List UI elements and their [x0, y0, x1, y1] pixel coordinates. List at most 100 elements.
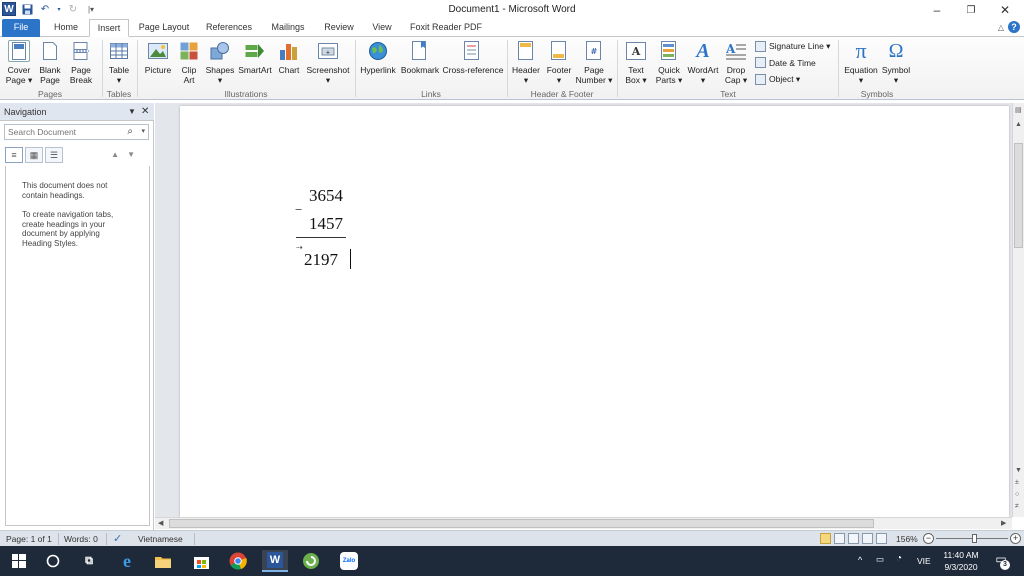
input-language[interactable]: VIE [917, 556, 931, 566]
header-button[interactable]: Header ▾ [510, 40, 542, 85]
task-view-icon[interactable]: ⧉ [78, 550, 100, 572]
blank-page-button[interactable]: Blank Page [35, 40, 65, 85]
picture-button[interactable]: Picture [141, 40, 175, 75]
language-status[interactable]: Vietnamese [138, 534, 183, 544]
page-count[interactable]: Page: 1 of 1 [6, 534, 52, 544]
word-count[interactable]: Words: 0 [64, 534, 98, 544]
vertical-scrollbar[interactable]: ▤ ▲ ▼ ± ○ ≠ [1012, 103, 1024, 517]
subtraction-line [296, 237, 346, 238]
object-button[interactable]: Object ▾ [755, 74, 800, 85]
zalo-label: Zalo [342, 558, 356, 564]
close-button[interactable]: ✕ [988, 0, 1022, 20]
screenshot-button[interactable]: + Screenshot ▾ [305, 40, 351, 85]
document-page[interactable]: 3654 − 1457 ⇢ 2197 [180, 106, 1009, 517]
pane-options-icon[interactable]: ▼ [128, 107, 136, 116]
green-app-icon[interactable] [300, 550, 322, 572]
file-explorer-icon[interactable] [152, 550, 174, 572]
battery-icon[interactable]: ▭ [876, 554, 884, 565]
symbol-button[interactable]: Ω Symbol ▾ [880, 40, 912, 85]
search-icon[interactable]: ⌕ [127, 126, 133, 137]
scroll-left-icon[interactable]: ◀ [158, 519, 163, 527]
search-circle-icon[interactable] [42, 550, 64, 572]
scroll-up-icon[interactable]: ▲ [1015, 121, 1022, 128]
chrome-browser-icon[interactable] [227, 550, 249, 572]
print-layout-view-icon[interactable] [820, 533, 831, 544]
previous-page-icon[interactable]: ± [1015, 479, 1019, 486]
windows-start-icon[interactable] [8, 550, 30, 572]
help-icon[interactable]: ? [1008, 21, 1020, 33]
tab-home[interactable]: Home [48, 19, 84, 37]
previous-icon[interactable]: ▲ [111, 150, 127, 159]
tab-foxit-reader-pdf[interactable]: Foxit Reader PDF [406, 19, 486, 37]
browse-headings-icon[interactable]: ≡ [5, 147, 23, 163]
drop-cap-button[interactable]: A Drop Cap ▾ [722, 40, 750, 85]
tab-review[interactable]: Review [320, 19, 358, 37]
tab-view[interactable]: View [366, 19, 398, 37]
close-pane-icon[interactable]: ✕ [141, 106, 149, 117]
equation-button[interactable]: π Equation ▾ [841, 38, 881, 86]
text-box-button[interactable]: A Text Box ▾ [620, 40, 652, 85]
word-taskbar-icon[interactable]: W [262, 550, 288, 572]
smartart-label: SmartArt [238, 65, 272, 75]
title-bar: W ↶ ▾ ↻ |▾ Document1 - Microsoft Word – … [0, 0, 1024, 20]
draft-view-icon[interactable] [876, 533, 887, 544]
tab-page-layout[interactable]: Page Layout [136, 19, 192, 37]
scroll-right-icon[interactable]: ▶ [1001, 519, 1006, 527]
signature-line-button[interactable]: Signature Line ▾ [755, 41, 830, 52]
hyperlink-button[interactable]: Hyperlink [358, 40, 398, 75]
edge-browser-icon[interactable]: e [116, 550, 138, 572]
wifi-icon[interactable]: ◔ [896, 553, 902, 564]
bookmark-button[interactable]: Bookmark [399, 40, 441, 75]
group-label-illustrations: Illustrations [224, 89, 268, 99]
equation-label-2: ▾ [858, 75, 864, 85]
zoom-level[interactable]: 156% [896, 534, 918, 544]
tab-mailings[interactable]: Mailings [266, 19, 310, 37]
cover-page-button[interactable]: Cover Page ▾ [4, 40, 34, 85]
show-hidden-icons[interactable]: ^ [858, 555, 862, 565]
browse-results-icon[interactable]: ☰ [45, 147, 63, 163]
minimize-ribbon-icon[interactable]: △ [998, 23, 1004, 32]
wordart-button[interactable]: A WordArt ▾ [685, 40, 721, 85]
system-clock[interactable]: 11:40 AM 9/3/2020 [931, 549, 991, 573]
zalo-icon[interactable]: Zalo [338, 550, 360, 572]
proofing-icon[interactable]: ✓ [113, 532, 122, 545]
microsoft-store-icon[interactable] [190, 550, 212, 572]
pi-icon: π [855, 38, 867, 63]
full-screen-reading-icon[interactable] [834, 533, 845, 544]
smartart-button[interactable]: SmartArt [237, 40, 273, 75]
ruler-toggle-icon[interactable]: ▤ [1015, 106, 1022, 114]
next-icon[interactable]: ▼ [127, 150, 143, 159]
clip-art-button[interactable]: Clip Art [176, 40, 202, 85]
horizontal-scrollbar[interactable]: ◀ ▶ [155, 517, 1012, 529]
minimize-button[interactable]: – [920, 0, 954, 20]
page-number-button[interactable]: # Page Number ▾ [575, 40, 613, 85]
search-options-icon[interactable]: ▾ [141, 127, 145, 135]
zoom-slider-thumb[interactable] [972, 534, 977, 543]
notification-count: 3 [1000, 560, 1010, 570]
tab-references[interactable]: References [202, 19, 256, 37]
browse-object-icon[interactable]: ○ [1015, 491, 1019, 498]
browse-pages-icon[interactable]: ▦ [25, 147, 43, 163]
restore-button[interactable]: ❐ [954, 0, 988, 20]
zoom-in-icon[interactable]: + [1010, 533, 1021, 544]
outline-view-icon[interactable] [862, 533, 873, 544]
zoom-out-icon[interactable]: − [923, 533, 934, 544]
cross-reference-button[interactable]: Cross-reference [442, 40, 504, 75]
vertical-scroll-thumb[interactable] [1014, 143, 1023, 248]
drop-cap-label-2: Cap ▾ [724, 75, 748, 85]
search-document-input[interactable] [5, 125, 120, 139]
horizontal-scroll-thumb[interactable] [169, 519, 874, 528]
scroll-down-icon[interactable]: ▼ [1015, 467, 1022, 474]
chart-button[interactable]: Chart [275, 40, 303, 75]
table-button[interactable]: Table ▾ [104, 40, 134, 85]
tab-file[interactable]: File [2, 19, 40, 37]
footer-button[interactable]: Footer ▾ [543, 40, 575, 85]
shapes-button[interactable]: Shapes ▾ [204, 40, 236, 85]
status-bar: Page: 1 of 1 Words: 0 ✓ Vietnamese 156% … [0, 530, 1024, 546]
page-break-button[interactable]: Page Break [66, 40, 96, 85]
web-layout-icon[interactable] [848, 533, 859, 544]
quick-parts-button[interactable]: Quick Parts ▾ [653, 40, 685, 85]
next-page-icon[interactable]: ≠ [1015, 503, 1019, 510]
date-time-button[interactable]: Date & Time [755, 57, 816, 68]
tab-insert[interactable]: Insert [89, 19, 129, 37]
